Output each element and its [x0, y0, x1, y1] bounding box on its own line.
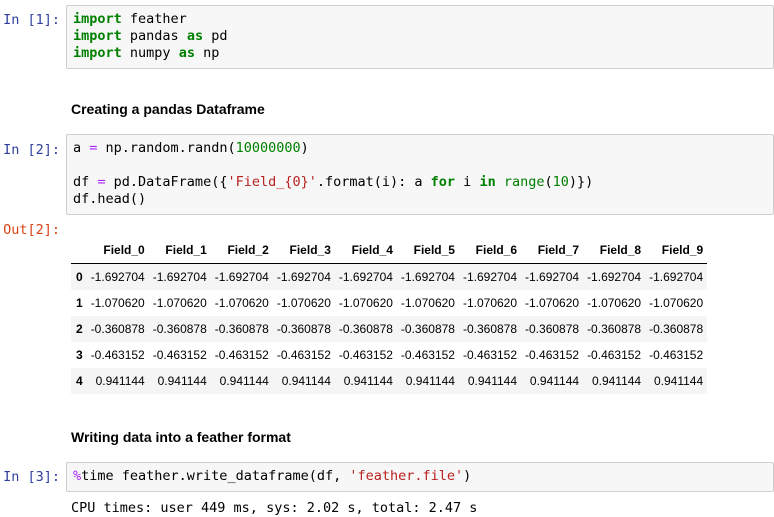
table-cell: -0.463152	[587, 348, 642, 362]
table-cell: -1.692704	[649, 270, 704, 284]
table-cell: -0.360878	[214, 322, 269, 336]
code-cell-2[interactable]: a = np.random.randn(10000000) df = pd.Da…	[66, 134, 774, 215]
table-cell: -1.070620	[400, 296, 455, 310]
table-row: 2 -0.360878 -0.360878 -0.360878 -0.360878 -0.…	[71, 316, 708, 342]
table-cell: -0.463152	[400, 348, 455, 362]
column-header: Field_0	[86, 233, 149, 264]
table-cell: -0.360878	[90, 322, 145, 336]
table-cell: -0.463152	[90, 348, 145, 362]
table-cell: -0.360878	[462, 322, 518, 336]
table-cell: -1.692704	[338, 270, 393, 284]
markdown-heading-1: Creating a pandas Dataframe	[71, 101, 265, 117]
table-cell: -1.070620	[90, 296, 145, 310]
input-prompt-2: In [2]:	[3, 142, 60, 158]
table-cell: 0.941144	[405, 374, 455, 388]
table-cell: -0.360878	[400, 322, 455, 336]
column-header: Field_9	[645, 233, 708, 264]
table-cell: -1.070620	[338, 296, 393, 310]
column-header: Field_5	[396, 233, 459, 264]
table-header-row: Field_0 Field_1 Field_2 Field_3 Field_4 Field…	[71, 233, 708, 264]
table-cell: -0.360878	[338, 322, 393, 336]
column-header: Field_4	[334, 233, 397, 264]
row-index: 4	[76, 374, 83, 388]
table-cell: -1.692704	[214, 270, 269, 284]
table-cell: -0.463152	[214, 348, 269, 362]
table-cell: -1.692704	[276, 270, 331, 284]
column-header: Field_7	[521, 233, 584, 264]
table-cell: -1.692704	[462, 270, 518, 284]
output-prompt-2: Out[2]:	[3, 222, 60, 238]
table-cell: 0.941144	[467, 374, 518, 388]
table-cell: -1.070620	[587, 296, 642, 310]
table-cell: -1.692704	[152, 270, 207, 284]
table-cell: -1.070620	[152, 296, 207, 310]
table-cell: -1.070620	[525, 296, 580, 310]
table-row: 1 -1.070620 -1.070620 -1.070620 -1.070620 -1.…	[71, 290, 707, 316]
row-index: 3	[76, 348, 83, 362]
code-cell-1[interactable]: import feather import pandas as pd impor…	[66, 5, 774, 69]
table-cell: 0.941144	[219, 374, 269, 388]
table-cell: -0.360878	[152, 322, 207, 336]
table-cell: 0.941144	[157, 374, 207, 388]
table-cell: -0.360878	[525, 322, 580, 336]
table-cell: -1.692704	[90, 270, 145, 284]
index-header	[71, 233, 87, 264]
row-index: 0	[76, 270, 83, 284]
table-cell: -0.463152	[462, 348, 518, 362]
dataframe-table: Field_0 Field_1 Field_2 Field_3 Field_4 Field…	[71, 233, 708, 394]
input-prompt-3: In [3]:	[3, 469, 60, 485]
row-index: 1	[76, 296, 83, 310]
code-cell-3[interactable]: %time feather.write_dataframe(df, 'feath…	[66, 462, 774, 492]
markdown-heading-2: Writing data into a feather format	[71, 429, 291, 445]
table-cell: -0.463152	[276, 348, 331, 362]
table-cell: -1.692704	[525, 270, 580, 284]
column-header: Field_1	[148, 233, 211, 264]
table-cell: -0.360878	[649, 322, 704, 336]
column-header: Field_2	[210, 233, 273, 264]
table-row: 4 0.941144 0.941144 0.941144 0.941144 0.94114…	[71, 368, 708, 394]
table-cell: -1.692704	[587, 270, 642, 284]
row-index: 2	[76, 322, 83, 336]
input-prompt-1: In [1]:	[3, 12, 60, 28]
table-cell: -0.463152	[338, 348, 393, 362]
table-cell: -1.692704	[400, 270, 455, 284]
cell-stdout-3: CPU times: user 449 ms, sys: 2.02 s, tot…	[71, 500, 478, 516]
table-cell: -0.463152	[525, 348, 580, 362]
table-row: 3 -0.463152 -0.463152 -0.463152 -0.463152 -0.…	[71, 342, 707, 368]
table-row: 0 -1.692704 -1.692704 -1.692704 -1.692704 -1.…	[71, 263, 708, 290]
table-cell: -0.360878	[587, 322, 642, 336]
column-header: Field_8	[583, 233, 646, 264]
table-cell: 0.941144	[281, 374, 331, 388]
table-cell: -1.070620	[214, 296, 269, 310]
table-cell: 0.941144	[591, 374, 642, 388]
table-cell: 0.941144	[653, 374, 704, 388]
table-cell: -1.070620	[649, 296, 704, 310]
table-cell: -0.463152	[649, 348, 704, 362]
table-cell: -1.070620	[462, 296, 518, 310]
table-cell: 0.941144	[95, 374, 145, 388]
table-cell: 0.941144	[529, 374, 580, 388]
table-cell: 0.941144	[343, 374, 393, 388]
column-header: Field_6	[458, 233, 522, 264]
table-cell: -0.463152	[152, 348, 207, 362]
table-cell: -0.360878	[276, 322, 331, 336]
column-header: Field_3	[272, 233, 335, 264]
table-cell: -1.070620	[276, 296, 331, 310]
